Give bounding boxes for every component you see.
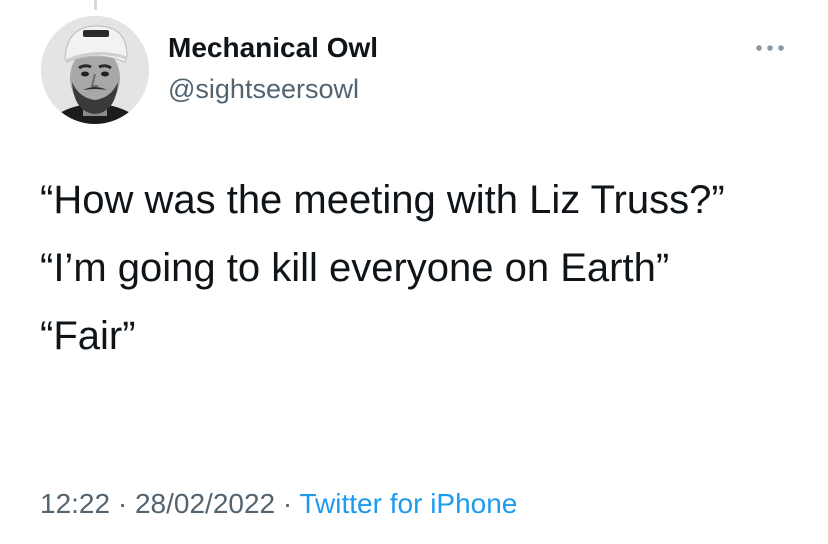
- meta-separator: ·: [117, 488, 128, 519]
- tweet-metadata: 12:22 · 28/02/2022 · Twitter for iPhone: [40, 486, 517, 522]
- meta-separator: ·: [282, 488, 293, 519]
- tweet-paragraph: “I’m going to kill everyone on Earth”: [40, 246, 670, 290]
- tweet: Mechanical Owl @sightseersowl “How was t…: [0, 0, 828, 544]
- thread-connector-line: [94, 0, 97, 10]
- author-display-name[interactable]: Mechanical Owl: [168, 30, 378, 66]
- author-handle[interactable]: @sightseersowl: [168, 72, 359, 106]
- tweet-date[interactable]: 28/02/2022: [135, 488, 275, 519]
- tweet-text: “How was the meeting with Liz Truss?” “I…: [40, 172, 800, 364]
- tweet-paragraph: “How was the meeting with Liz Truss?”: [40, 178, 725, 222]
- tweet-paragraph: “Fair”: [40, 314, 136, 358]
- tweet-time[interactable]: 12:22: [40, 488, 110, 519]
- more-options-icon[interactable]: [752, 36, 788, 60]
- tweet-source-link[interactable]: Twitter for iPhone: [300, 488, 518, 519]
- avatar[interactable]: [41, 16, 149, 124]
- avatar-photo: [41, 16, 149, 124]
